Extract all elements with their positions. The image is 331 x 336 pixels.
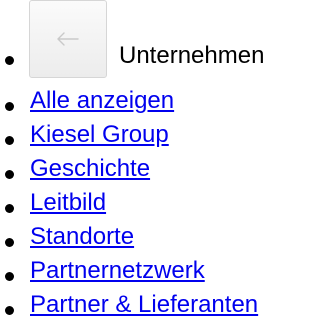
link-standorte[interactable]: Standorte bbox=[30, 223, 134, 251]
bullet-icon bbox=[5, 136, 14, 145]
link-kiesel-group[interactable]: Kiesel Group bbox=[30, 121, 169, 149]
link-alle-anzeigen[interactable]: Alle anzeigen bbox=[30, 87, 174, 115]
bullet-icon bbox=[5, 102, 14, 111]
navigation-list: Unternehmen Alle anzeigen Kiesel Group G… bbox=[0, 0, 331, 336]
link-geschichte[interactable]: Geschichte bbox=[30, 155, 150, 183]
link-partner-lieferanten[interactable]: Partner & Lieferanten bbox=[30, 291, 258, 319]
bullet-icon bbox=[5, 56, 14, 65]
bullet-icon bbox=[5, 306, 14, 315]
arrow-left-icon bbox=[57, 32, 79, 46]
link-partnernetzwerk[interactable]: Partnernetzwerk bbox=[30, 257, 205, 285]
bullet-icon bbox=[5, 272, 14, 281]
bullet-icon bbox=[5, 170, 14, 179]
section-title: Unternehmen bbox=[119, 42, 265, 69]
bullet-icon bbox=[5, 204, 14, 213]
bullet-icon bbox=[5, 238, 14, 247]
back-button[interactable] bbox=[29, 0, 107, 78]
link-leitbild[interactable]: Leitbild bbox=[30, 189, 106, 217]
